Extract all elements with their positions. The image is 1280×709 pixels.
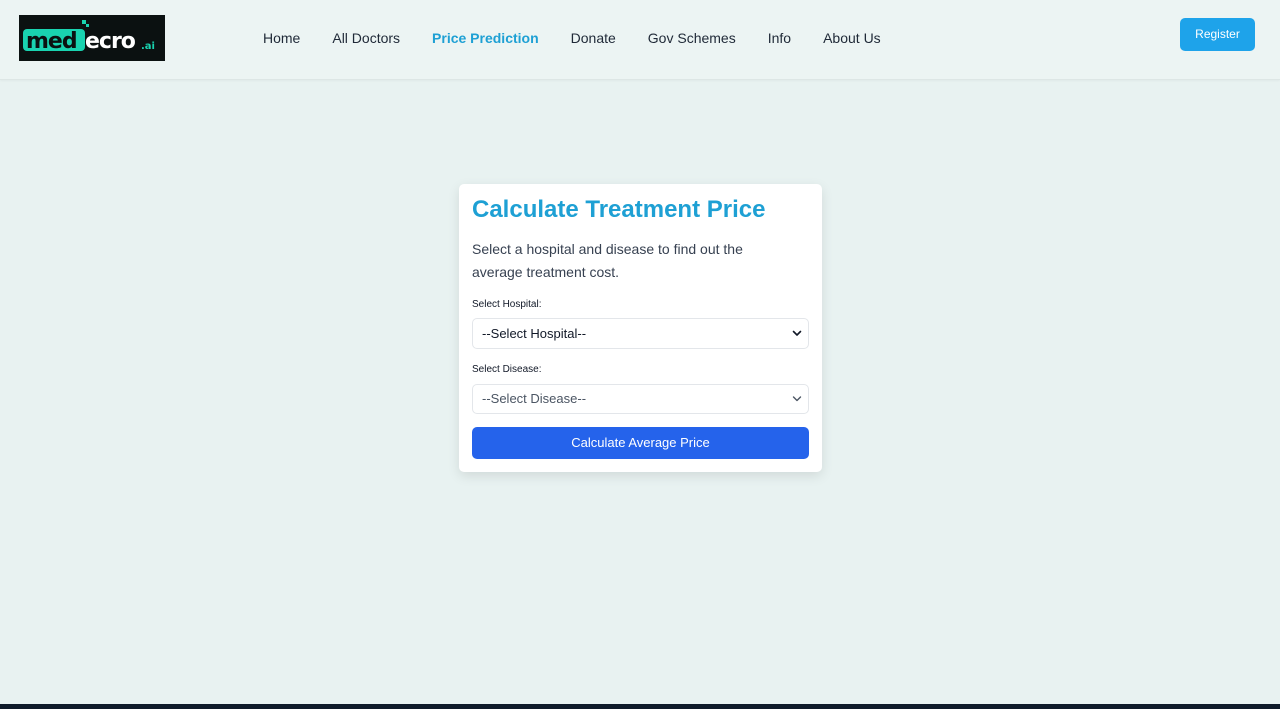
svg-text:.ai: .ai <box>141 41 155 52</box>
hospital-label: Select Hospital: <box>472 299 542 310</box>
main-navigation: Home All Doctors Price Prediction Donate… <box>263 29 913 47</box>
calculate-average-price-button[interactable]: Calculate Average Price <box>472 427 809 459</box>
top-navbar: med ecro .ai Home All Doctors Price Pred… <box>0 0 1280 80</box>
hospital-select-value: --Select Hospital-- <box>482 326 587 341</box>
nav-about-us[interactable]: About Us <box>823 29 881 47</box>
disease-select[interactable]: --Select Disease-- <box>472 384 809 414</box>
footer-edge <box>0 704 1280 709</box>
chevron-down-icon <box>792 396 802 402</box>
disease-label: Select Disease: <box>472 364 542 375</box>
svg-text:ecro: ecro <box>85 29 136 54</box>
nav-price-prediction[interactable]: Price Prediction <box>432 29 539 47</box>
svg-text:med: med <box>26 29 77 54</box>
nav-all-doctors[interactable]: All Doctors <box>332 29 400 47</box>
nav-gov-schemes[interactable]: Gov Schemes <box>648 29 736 47</box>
page-title: Calculate Treatment Price <box>472 196 766 223</box>
nav-home[interactable]: Home <box>263 29 300 47</box>
price-calculator-card: Calculate Treatment Price Select a hospi… <box>459 184 822 472</box>
card-description: Select a hospital and disease to find ou… <box>472 241 743 280</box>
hospital-select[interactable]: --Select Hospital-- <box>472 318 809 349</box>
logo-mark: med ecro .ai <box>19 15 165 61</box>
nav-donate[interactable]: Donate <box>571 29 616 47</box>
chevron-down-icon <box>792 330 802 336</box>
register-button[interactable]: Register <box>1180 18 1255 51</box>
nav-info[interactable]: Info <box>768 29 791 47</box>
disease-select-value: --Select Disease-- <box>482 391 587 406</box>
medecro-logo[interactable]: med ecro .ai <box>19 15 165 61</box>
